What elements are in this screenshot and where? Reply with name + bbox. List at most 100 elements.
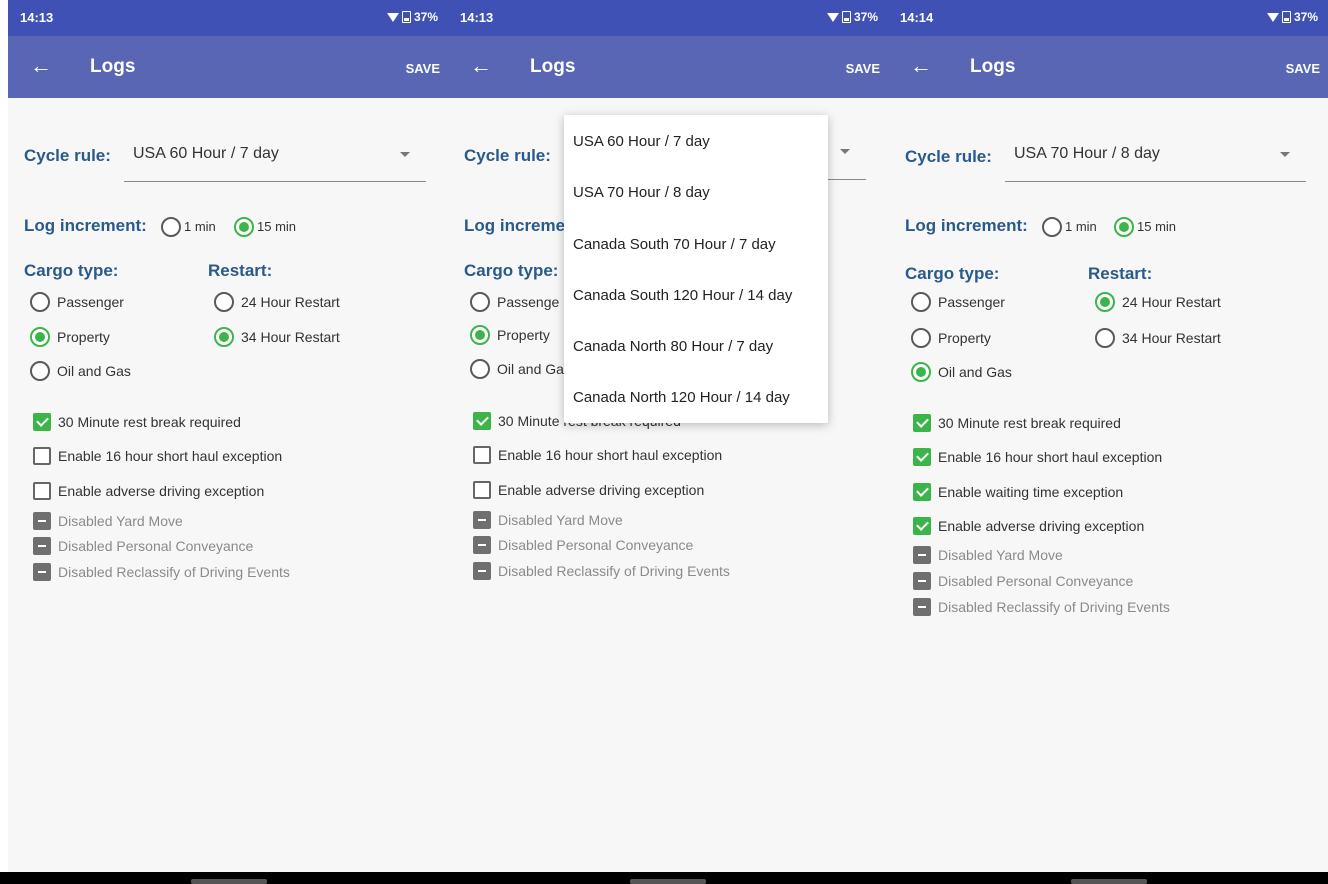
- cargo-type-label: Cargo type:: [24, 261, 119, 280]
- dropdown-option[interactable]: USA 70 Hour / 8 day: [573, 184, 710, 201]
- personal-conveyance-disabled-checkbox: [913, 572, 931, 590]
- rest-break-checkbox[interactable]: [33, 413, 51, 431]
- cycle-rule-select[interactable]: USA 60 Hour / 7 day: [133, 145, 279, 163]
- cargo-passenger-radio[interactable]: [30, 292, 50, 312]
- restart-label: Restart:: [1088, 264, 1153, 283]
- short-haul-checkbox[interactable]: [33, 447, 51, 465]
- save-button[interactable]: SAVE: [846, 61, 880, 76]
- short-haul-checkbox[interactable]: [473, 446, 491, 464]
- waiting-time-label: Enable waiting time exception: [938, 484, 1124, 500]
- adverse-driving-checkbox[interactable]: [913, 517, 931, 535]
- rest-break-label: 30 Minute rest break required: [58, 414, 241, 430]
- adverse-driving-checkbox[interactable]: [33, 482, 51, 500]
- yard-move-label: Disabled Yard Move: [938, 547, 1063, 563]
- cargo-oil-gas-label: Oil and Ga: [497, 361, 564, 377]
- short-haul-label: Enable 16 hour short haul exception: [498, 447, 723, 463]
- restart-24h-label: 24 Hour Restart: [1122, 294, 1221, 310]
- back-arrow-icon[interactable]: ←: [30, 53, 52, 79]
- cargo-passenger-label: Passenge: [497, 294, 560, 310]
- personal-conveyance-disabled-checkbox: [33, 537, 51, 555]
- increment-15min-label: 15 min: [1137, 219, 1177, 234]
- cargo-property-label: Property: [57, 329, 110, 345]
- status-bar: 14:13 37%: [448, 0, 888, 36]
- cargo-property-label: Property: [938, 330, 991, 346]
- dropdown-option[interactable]: USA 60 Hour / 7 day: [573, 133, 710, 150]
- app-bar: ← Logs SAVE: [8, 36, 448, 98]
- restart-24h-radio[interactable]: [214, 292, 234, 312]
- cargo-oil-gas-radio[interactable]: [470, 359, 490, 379]
- cargo-oil-gas-label: Oil and Gas: [57, 363, 131, 379]
- cargo-property-radio[interactable]: [30, 327, 50, 347]
- increment-1min-radio[interactable]: [1042, 217, 1062, 237]
- chevron-down-icon[interactable]: [840, 149, 850, 154]
- back-arrow-icon[interactable]: ←: [910, 53, 932, 79]
- yard-move-disabled-checkbox: [473, 511, 491, 529]
- restart-34h-label: 34 Hour Restart: [1122, 330, 1221, 346]
- short-haul-label: Enable 16 hour short haul exception: [58, 448, 283, 464]
- dropdown-option[interactable]: Canada North 80 Hour / 7 day: [573, 338, 773, 355]
- status-time: 14:13: [460, 10, 494, 25]
- chevron-down-icon[interactable]: [1280, 152, 1290, 157]
- dropdown-option[interactable]: Canada South 120 Hour / 14 day: [573, 287, 792, 304]
- home-gesture-handle[interactable]: [191, 879, 267, 884]
- cargo-oil-gas-radio[interactable]: [911, 362, 931, 382]
- reclassify-label: Disabled Reclassify of Driving Events: [938, 599, 1170, 615]
- cargo-property-radio[interactable]: [911, 328, 931, 348]
- status-bar: 14:14 37%: [888, 0, 1328, 36]
- cargo-passenger-radio[interactable]: [470, 292, 490, 312]
- reclassify-disabled-checkbox: [913, 598, 931, 616]
- increment-15min-label: 15 min: [257, 219, 297, 234]
- status-time: 14:14: [900, 10, 934, 25]
- chevron-down-icon[interactable]: [400, 152, 410, 157]
- battery-level: 37%: [413, 10, 438, 24]
- save-button[interactable]: SAVE: [1286, 61, 1320, 76]
- restart-34h-radio[interactable]: [214, 327, 234, 347]
- dropdown-option[interactable]: Canada South 70 Hour / 7 day: [573, 236, 776, 253]
- cycle-rule-select[interactable]: USA 70 Hour / 8 day: [1014, 145, 1160, 163]
- select-underline: [1005, 181, 1306, 182]
- home-gesture-handle[interactable]: [630, 879, 706, 884]
- log-increment-label: Log increment:: [24, 216, 147, 235]
- cargo-property-label: Property: [497, 327, 550, 343]
- rest-break-checkbox[interactable]: [913, 414, 931, 432]
- rest-break-checkbox[interactable]: [473, 412, 491, 430]
- select-underline: [828, 179, 866, 180]
- waiting-time-checkbox[interactable]: [913, 483, 931, 501]
- cargo-oil-gas-label: Oil and Gas: [938, 364, 1012, 380]
- battery-icon: [401, 11, 411, 23]
- personal-conveyance-label: Disabled Personal Conveyance: [498, 537, 694, 553]
- cargo-property-radio[interactable]: [470, 325, 490, 345]
- dropdown-option[interactable]: Canada North 120 Hour / 14 day: [573, 389, 790, 406]
- cycle-rule-label: Cycle rule:: [24, 146, 111, 165]
- home-gesture-handle[interactable]: [1071, 879, 1147, 884]
- wifi-icon: [386, 12, 399, 22]
- restart-24h-label: 24 Hour Restart: [241, 294, 340, 310]
- restart-24h-radio[interactable]: [1095, 292, 1115, 312]
- yard-move-disabled-checkbox: [33, 512, 51, 530]
- wifi-icon: [1266, 12, 1279, 22]
- status-bar: 14:13 37%: [8, 0, 448, 36]
- cycle-rule-label: Cycle rule:: [905, 147, 992, 166]
- increment-15min-radio[interactable]: [234, 217, 254, 237]
- back-arrow-icon[interactable]: ←: [470, 53, 492, 79]
- increment-15min-radio[interactable]: [1114, 217, 1134, 237]
- increment-1min-radio[interactable]: [161, 217, 181, 237]
- log-increment-label: Log increme: [464, 216, 566, 235]
- adverse-driving-label: Enable adverse driving exception: [938, 518, 1145, 534]
- battery-level: 37%: [1293, 10, 1318, 24]
- status-time: 14:13: [20, 10, 54, 25]
- cargo-oil-gas-radio[interactable]: [30, 361, 50, 381]
- yard-move-label: Disabled Yard Move: [58, 513, 183, 529]
- adverse-driving-checkbox[interactable]: [473, 481, 491, 499]
- save-button[interactable]: SAVE: [406, 61, 440, 76]
- cargo-passenger-label: Passenger: [938, 294, 1005, 310]
- short-haul-checkbox[interactable]: [913, 448, 931, 466]
- personal-conveyance-label: Disabled Personal Conveyance: [58, 538, 254, 554]
- restart-34h-radio[interactable]: [1095, 328, 1115, 348]
- reclassify-label: Disabled Reclassify of Driving Events: [498, 563, 730, 579]
- cycle-rule-label: Cycle rule:: [464, 146, 551, 165]
- reclassify-label: Disabled Reclassify of Driving Events: [58, 564, 290, 580]
- increment-1min-label: 1 min: [184, 219, 216, 234]
- cargo-passenger-radio[interactable]: [911, 292, 931, 312]
- battery-icon: [841, 11, 851, 23]
